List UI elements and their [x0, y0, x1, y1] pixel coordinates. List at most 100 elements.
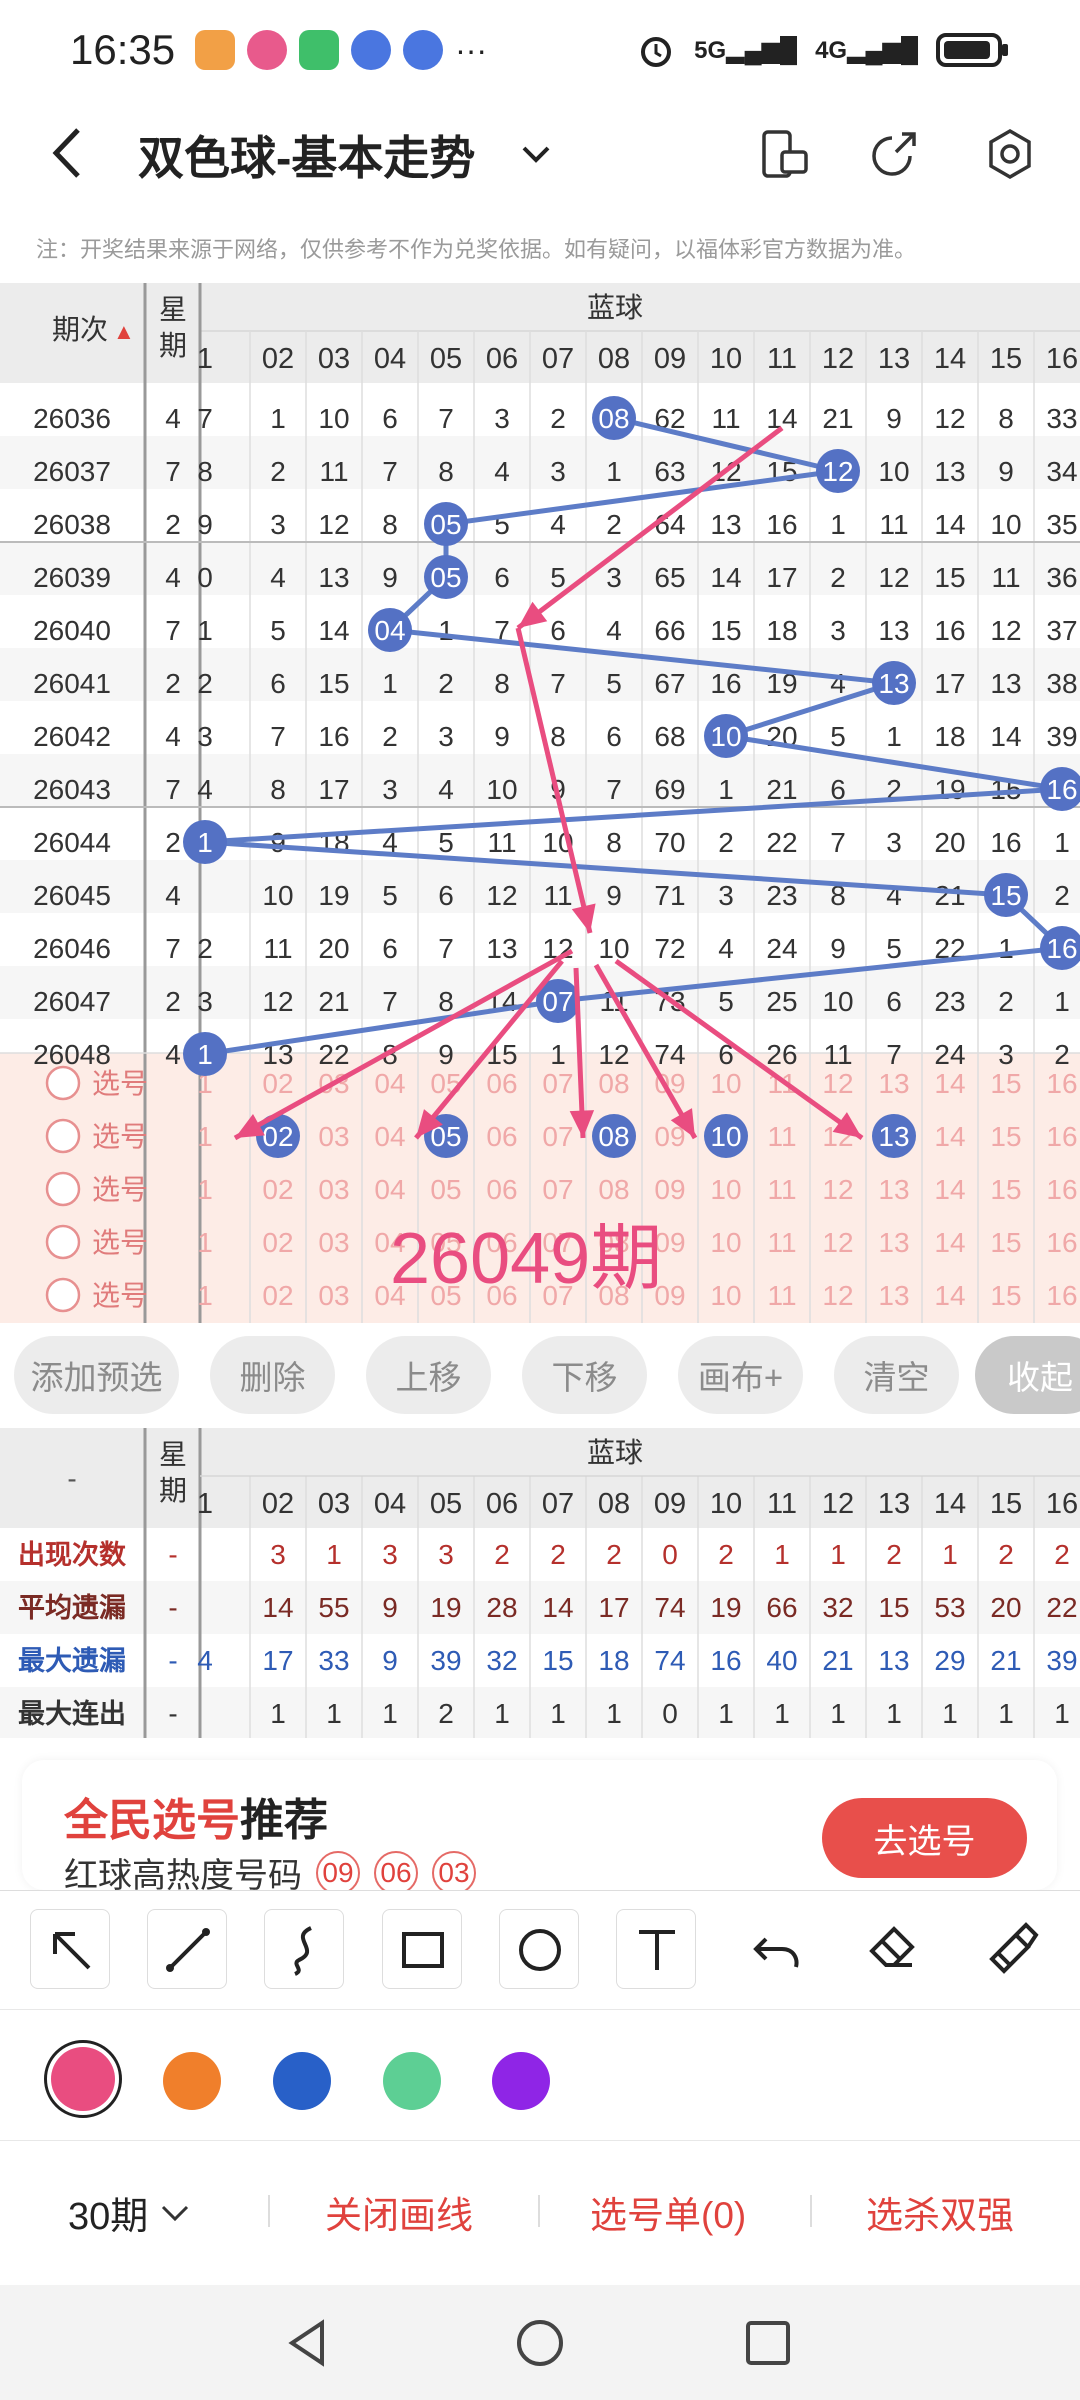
period-header[interactable]: 期次 [52, 314, 108, 345]
pick-number[interactable]: 06 [486, 1068, 517, 1099]
go-pick-button[interactable]: 去选号 [822, 1798, 1027, 1878]
close-lines-button[interactable]: 关闭画线 [325, 2185, 473, 2239]
pick-number[interactable]: 12 [822, 1068, 853, 1099]
pick-number[interactable]: 11 [767, 1280, 796, 1311]
undo-icon[interactable] [736, 1909, 816, 1989]
pick-number[interactable]: 1 [197, 1280, 213, 1311]
toolbar-button[interactable]: 画布+ [678, 1336, 803, 1414]
pick-number[interactable]: 16 [1046, 1174, 1077, 1205]
back-icon[interactable] [40, 118, 100, 188]
pick-number[interactable]: 04 [374, 1121, 405, 1152]
pick-row-label[interactable]: 选号 [92, 1227, 148, 1258]
clear-brush-icon[interactable] [970, 1909, 1050, 1989]
pick-number[interactable]: 07 [542, 1174, 573, 1205]
page-title[interactable]: 双色球-基本走势 [138, 122, 475, 188]
pick-number[interactable]: 13 [878, 1227, 909, 1258]
pick-number[interactable]: 02 [262, 1068, 293, 1099]
pick-number[interactable]: 15 [990, 1227, 1021, 1258]
nav-home-icon[interactable] [510, 2313, 570, 2373]
pick-row-radio[interactable] [45, 1224, 81, 1260]
pick-number[interactable]: 14 [934, 1121, 965, 1152]
eraser-icon[interactable] [852, 1909, 932, 1989]
pick-number[interactable]: 10 [710, 1068, 741, 1099]
color-swatch-blue[interactable] [273, 2052, 331, 2110]
pick-number[interactable]: 14 [934, 1174, 965, 1205]
curve-tool-icon[interactable] [264, 1909, 344, 1989]
recommend-card[interactable]: 全民选号推荐 红球高热度号码 09 06 03 去选号 [22, 1760, 1057, 1895]
pick-number[interactable]: 10 [710, 1227, 741, 1258]
pick-number[interactable]: 13 [878, 1068, 909, 1099]
pick-number[interactable]: 12 [822, 1227, 853, 1258]
pick-number[interactable]: 06 [486, 1121, 517, 1152]
chevron-down-icon[interactable] [518, 136, 554, 172]
period-select[interactable]: 30期 [68, 2185, 192, 2240]
pick-number[interactable]: 03 [318, 1174, 349, 1205]
pick-number[interactable]: 03 [318, 1280, 349, 1311]
trend-chart[interactable]: 期次 ▲星期蓝球1 02 03 04 05 06 07 08 09 10 11 12 13 14 15 1626… [0, 283, 1080, 1323]
circle-tool-icon[interactable] [499, 1909, 579, 1989]
pick-number[interactable]: 10 [710, 1280, 741, 1311]
pick-number[interactable]: 1 [197, 1174, 213, 1205]
pick-number[interactable]: 07 [542, 1121, 573, 1152]
pick-number[interactable]: 11 [767, 1121, 796, 1152]
pick-number[interactable]: 13 [878, 1174, 909, 1205]
pick-row-label[interactable]: 选号 [92, 1174, 148, 1205]
color-swatch-green[interactable] [383, 2052, 441, 2110]
pick-number[interactable]: 03 [318, 1227, 349, 1258]
pick-number[interactable]: 15 [990, 1280, 1021, 1311]
pick-number[interactable]: 04 [374, 1068, 405, 1099]
pick-number[interactable]: 16 [1046, 1121, 1077, 1152]
nav-back-icon[interactable] [278, 2313, 338, 2373]
pick-number[interactable]: 05 [430, 1068, 461, 1099]
toolbar-button[interactable]: 收起 [975, 1336, 1080, 1414]
color-swatch-purple[interactable] [492, 2052, 550, 2110]
phone-screen-icon[interactable] [756, 126, 812, 182]
pick-number[interactable]: 16 [1046, 1068, 1077, 1099]
nav-recent-icon[interactable] [738, 2313, 798, 2373]
line-tool-icon[interactable] [147, 1909, 227, 1989]
pick-number[interactable]: 08 [598, 1174, 629, 1205]
pick-number[interactable]: 12 [822, 1280, 853, 1311]
pick-number[interactable]: 09 [654, 1174, 685, 1205]
pick-number[interactable]: 04 [374, 1174, 405, 1205]
pick-number[interactable]: 02 [262, 1227, 293, 1258]
color-swatch-pink[interactable] [44, 2040, 122, 2118]
picked-ball-number[interactable]: 10 [710, 1121, 741, 1152]
pick-row-radio[interactable] [45, 1277, 81, 1313]
arrow-tool-icon[interactable] [30, 1909, 110, 1989]
pick-number[interactable]: 14 [934, 1280, 965, 1311]
pick-number[interactable]: 12 [822, 1174, 853, 1205]
toolbar-button[interactable]: 下移 [522, 1336, 647, 1414]
pick-number[interactable]: 11 [767, 1227, 796, 1258]
pick-number[interactable]: 03 [318, 1121, 349, 1152]
pick-row-label[interactable]: 选号 [92, 1121, 148, 1152]
pick-number[interactable]: 15 [990, 1121, 1021, 1152]
pick-number[interactable]: 08 [598, 1068, 629, 1099]
pick-number[interactable]: 16 [1046, 1280, 1077, 1311]
sort-icon[interactable]: ▲ [113, 319, 135, 344]
pick-number[interactable]: 02 [262, 1280, 293, 1311]
pick-number[interactable]: 15 [990, 1174, 1021, 1205]
pick-row-radio[interactable] [45, 1171, 81, 1207]
picked-ball-number[interactable]: 13 [878, 1121, 909, 1152]
toolbar-button[interactable]: 添加预选 [14, 1336, 179, 1414]
pick-number[interactable]: 14 [934, 1068, 965, 1099]
pick-row-radio[interactable] [45, 1065, 81, 1101]
text-tool-icon[interactable] [616, 1909, 696, 1989]
pick-row-radio[interactable] [45, 1118, 81, 1154]
pick-number[interactable]: 13 [878, 1280, 909, 1311]
share-icon[interactable] [866, 126, 922, 182]
pick-number[interactable]: 14 [934, 1227, 965, 1258]
pick-number[interactable]: 11 [767, 1174, 796, 1205]
pick-number[interactable]: 07 [542, 1068, 573, 1099]
picked-ball-number[interactable]: 08 [598, 1121, 629, 1152]
pick-number[interactable]: 05 [430, 1174, 461, 1205]
pick-row-label[interactable]: 选号 [92, 1068, 148, 1099]
toolbar-button[interactable]: 删除 [210, 1336, 335, 1414]
pick-row-label[interactable]: 选号 [92, 1280, 148, 1311]
pick-number[interactable]: 02 [262, 1174, 293, 1205]
settings-icon[interactable] [982, 126, 1038, 182]
pick-number[interactable]: 1 [197, 1227, 213, 1258]
pick-number[interactable]: 15 [990, 1068, 1021, 1099]
pick-number[interactable]: 06 [486, 1174, 517, 1205]
